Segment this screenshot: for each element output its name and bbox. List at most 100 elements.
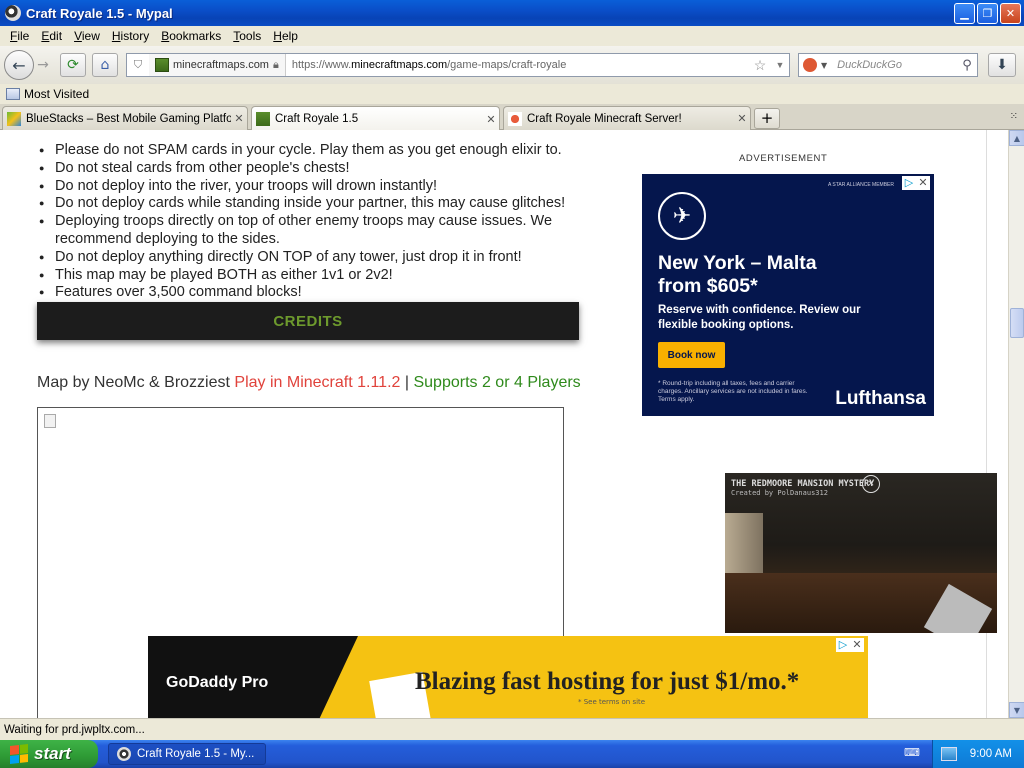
play-version-link[interactable]: Play in Minecraft 1.11.2 [234,374,400,391]
rules-list: Please do not SPAM cards in your cycle. … [37,142,577,302]
minimize-icon: ▁ [960,6,969,20]
windows-logo-icon [10,744,28,764]
godaddy-ad[interactable]: GoDaddy Pro Blazing fast hosting for jus… [148,636,868,718]
tab-craft-royale-server[interactable]: Craft Royale Minecraft Server! ✕ [503,106,751,130]
menu-bookmarks[interactable]: Bookmarks [155,29,227,43]
lufthansa-crane-logo-icon: ✈ [658,192,706,240]
tab-close-icon[interactable]: ✕ [231,112,247,125]
window-title-bar[interactable]: Craft Royale 1.5 - Mypal ▁ ❐ ✕ [0,0,1024,26]
url-text[interactable]: https://www.minecraftmaps.com/game-maps/… [286,59,749,71]
taskbar-window-button[interactable]: Craft Royale 1.5 - My... [108,743,266,765]
bookmark-folder-icon [6,88,20,100]
window-title: Craft Royale 1.5 - Mypal [26,5,173,21]
page-content[interactable]: Please do not SPAM cards in your cycle. … [0,130,1008,718]
ad-fine-print: * See terms on site [578,698,646,706]
site-identity-label: minecraftmaps.com [173,59,269,71]
mypal-app-icon [5,5,21,21]
menu-view[interactable]: View [68,29,106,43]
minimize-button[interactable]: ▁ [954,2,975,24]
menu-bar: File Edit View History Bookmarks Tools H… [0,26,1024,46]
url-history-dropdown-icon[interactable]: ▼ [771,60,789,70]
minecraftmaps-favicon-icon [256,112,270,126]
search-input[interactable]: DuckDuckGo [831,59,957,71]
map-credits-line: Map by NeoMc & Brozziest Play in Minecra… [37,374,581,391]
start-label: start [34,744,71,763]
ad-close-icon[interactable]: ✕ [916,176,930,190]
tab-label: Craft Royale 1.5 [275,113,359,125]
tab-label: Craft Royale Minecraft Server! [527,112,682,125]
bookmark-star-icon[interactable]: ☆ [749,57,771,74]
credits-header: CREDITS [37,302,579,340]
list-item: This map may be played BOTH as either 1v… [37,267,577,285]
video-title: THE REDMOORE MANSION MYSTERY [731,479,875,489]
plus-icon: + [760,109,774,127]
video-player[interactable]: THE REDMOORE MANSION MYSTERY Created by … [725,473,997,633]
forward-arrow-icon: → [37,57,49,73]
minecraftmaps-favicon-icon [155,58,169,72]
tab-close-icon[interactable]: ✕ [734,112,750,125]
back-button[interactable]: ← [4,50,34,80]
start-button[interactable]: start [0,740,98,768]
site-identity-button[interactable]: minecraftmaps.com 🔒︎ [149,54,286,76]
tab-list-button[interactable]: ⁙ [1010,111,1018,122]
ad-headline: New York – Malta from $605* [658,252,817,297]
search-bar[interactable]: ▼ DuckDuckGo ⚲ [798,53,978,77]
status-text: Waiting for prd.jwpltx.com... [4,723,145,736]
list-item: Do not deploy cards while standing insid… [37,195,577,213]
duckduckgo-icon[interactable] [803,58,817,72]
home-button[interactable]: ⌂ [92,53,118,77]
tab-label: BlueStacks – Best Mobile Gaming Platform… [26,112,231,125]
server-favicon-icon [508,111,522,126]
url-bar[interactable]: ⛉ minecraftmaps.com 🔒︎ https://www.minec… [126,53,790,77]
adchoices-icon[interactable]: ▷ [902,176,916,190]
restore-button[interactable]: ❐ [977,2,998,24]
scroll-up-icon[interactable]: ▲ [1009,130,1024,146]
search-engine-dropdown-icon[interactable]: ▼ [821,61,827,70]
forward-button[interactable]: → [32,53,54,77]
tab-bluestacks[interactable]: BlueStacks – Best Mobile Gaming Platform… [2,106,248,130]
adchoices-badge[interactable]: ▷ ✕ [902,176,930,190]
menu-edit[interactable]: Edit [35,29,68,43]
clock[interactable]: 9:00 AM [970,748,1012,760]
downloads-button[interactable]: ⬇ [988,53,1016,77]
shield-icon[interactable]: ⛉ [127,59,149,72]
adchoices-icon[interactable]: ▷ [836,638,850,652]
video-close-icon[interactable]: ✕ [862,475,880,493]
lufthansa-ad[interactable]: A STAR ALLIANCE MEMBER ▷ ✕ ✈ New York – … [642,174,934,416]
scrollbar-thumb[interactable] [1010,308,1024,338]
close-button[interactable]: ✕ [1000,2,1021,24]
restore-icon: ❐ [982,6,993,20]
home-icon: ⌂ [100,57,110,73]
list-item: Do not steal cards from other people's c… [37,160,577,178]
search-icon[interactable]: ⚲ [957,58,977,73]
menu-history[interactable]: History [106,29,155,43]
ad-fine-print: * Round-trip including all taxes, fees a… [658,380,808,403]
menu-help[interactable]: Help [267,29,304,43]
menu-file[interactable]: File [4,29,35,43]
new-tab-button[interactable]: + [754,108,780,129]
list-item: Please do not SPAM cards in your cycle. … [37,142,577,160]
reload-button[interactable]: ⟳ [60,53,86,77]
most-visited-bookmark[interactable]: Most Visited [24,87,89,101]
tab-close-icon[interactable]: ✕ [483,113,499,126]
bookmarks-toolbar: Most Visited [0,84,1024,104]
navigation-toolbar: ← → ⟳ ⌂ ⛉ minecraftmaps.com 🔒︎ https://w… [0,46,1024,84]
tab-craft-royale[interactable]: Craft Royale 1.5 ✕ [251,106,500,131]
keyboard-icon[interactable]: ⌨ [904,746,920,760]
scroll-down-icon[interactable]: ▼ [1009,702,1024,718]
players-link[interactable]: Supports 2 or 4 Players [413,374,580,391]
adchoices-badge[interactable]: ▷ ✕ [836,638,864,652]
advertisement-label: ADVERTISEMENT [739,153,828,164]
list-item: Do not deploy anything directly ON TOP o… [37,249,577,267]
reload-icon: ⟳ [67,57,79,73]
book-now-button[interactable]: Book now [658,342,725,368]
system-tray: 9:00 AM [932,740,1024,768]
page-scrollbar[interactable]: ▲ ▼ [1008,130,1024,718]
taskbar-window-label: Craft Royale 1.5 - My... [137,748,255,760]
broken-image-icon [44,414,56,428]
list-item: Deploying troops directly on top of othe… [37,213,577,249]
menu-tools[interactable]: Tools [227,29,267,43]
network-icon[interactable] [941,747,957,761]
ad-close-icon[interactable]: ✕ [850,638,864,652]
lock-icon: 🔒︎ [272,58,279,71]
